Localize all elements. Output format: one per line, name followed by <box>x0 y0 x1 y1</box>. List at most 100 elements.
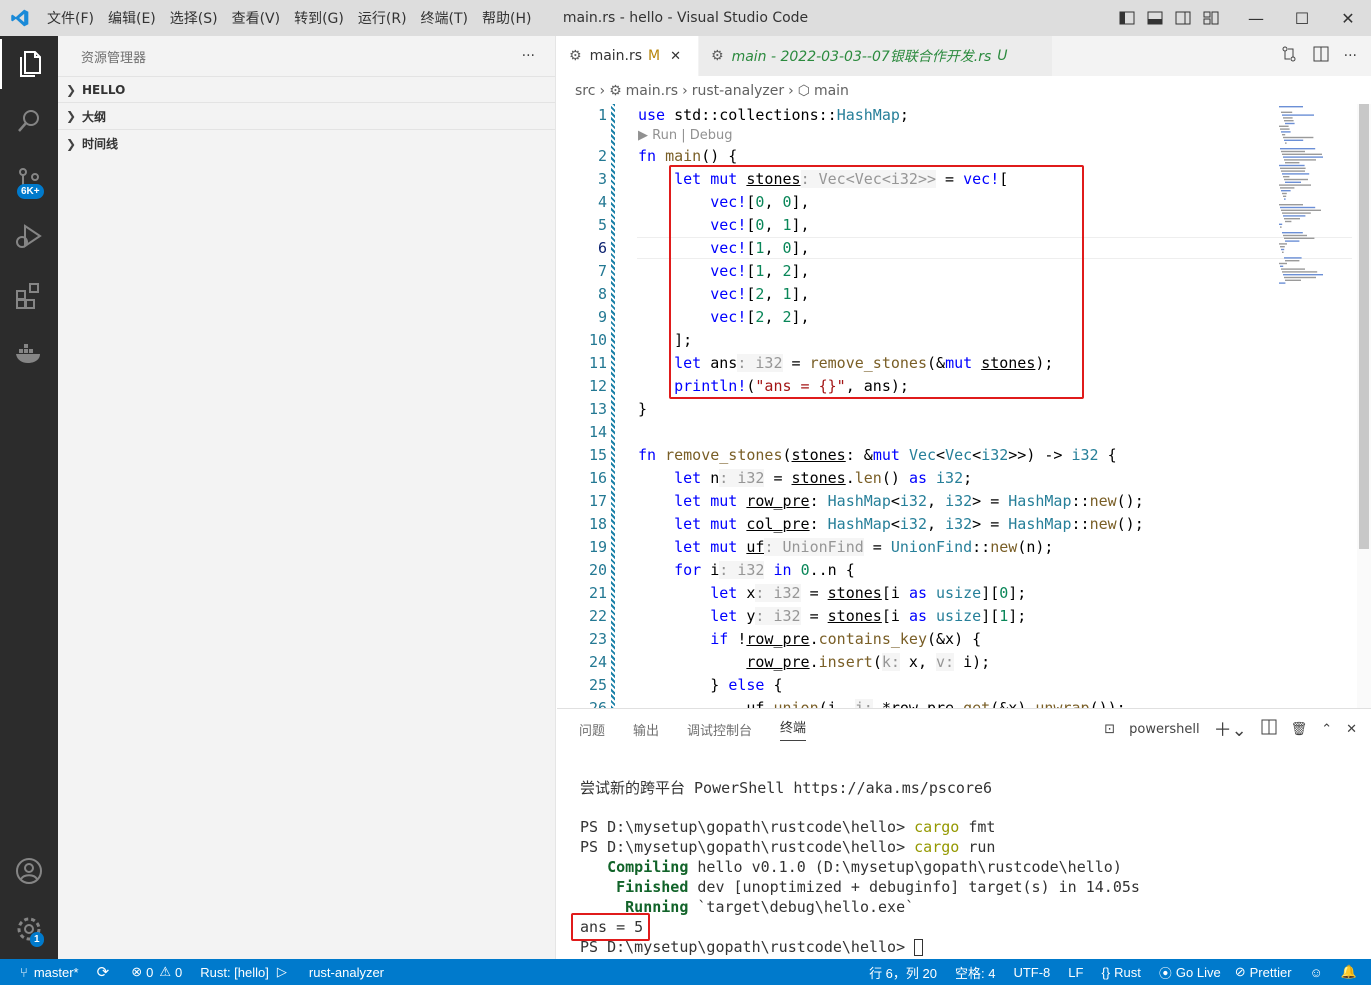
search-icon[interactable] <box>0 96 58 146</box>
line-number: 9 <box>597 308 607 326</box>
menu-selection[interactable]: 选择(S) <box>163 8 225 28</box>
menu-go[interactable]: 转到(G) <box>287 8 351 28</box>
language-icon: {} <box>1101 964 1111 980</box>
explorer-icon[interactable] <box>0 39 58 89</box>
line-number: 16 <box>588 469 607 487</box>
line-number: 26 <box>588 699 607 708</box>
minimap-line <box>1281 131 1291 133</box>
line-number: 3 <box>597 170 607 188</box>
editor-more-icon[interactable]: ··· <box>1344 48 1357 64</box>
menu-run[interactable]: 运行(R) <box>351 8 414 28</box>
minimap[interactable] <box>1275 104 1355 289</box>
minimap-line <box>1285 162 1300 164</box>
chevron-right-icon: ❯ <box>66 109 77 123</box>
branch-icon: ⑂ <box>20 964 28 980</box>
go-live[interactable]: Go Live <box>1176 965 1221 980</box>
activity-bar: 6K+ 1 <box>0 36 58 959</box>
highlight-box-main <box>669 165 1084 399</box>
breadcrumb-analyzer[interactable]: rust-analyzer <box>692 83 784 99</box>
menu-view[interactable]: 查看(V) <box>225 8 288 28</box>
language-mode[interactable]: Rust <box>1114 965 1141 980</box>
maximize-icon[interactable]: ☐ <box>1279 0 1325 36</box>
section-outline[interactable]: ❯ 大纲 <box>58 103 555 130</box>
split-editor-icon[interactable] <box>1312 45 1330 67</box>
notifications-bell-icon[interactable]: 🔔 <box>1341 964 1357 980</box>
breadcrumb-file[interactable]: main.rs <box>626 83 678 99</box>
tab-main-rs[interactable]: ⚙ main.rs M ✕ <box>557 36 699 76</box>
extensions-icon[interactable] <box>0 271 58 321</box>
minimap-line <box>1279 282 1286 284</box>
indentation[interactable]: 空格: 4 <box>955 963 995 982</box>
toggle-panel-icon[interactable] <box>1141 0 1169 36</box>
code-line: let mut row_pre: HashMap<i32, i32> = Has… <box>674 492 1144 510</box>
docker-icon[interactable] <box>0 329 58 379</box>
code-lens-run-debug[interactable]: ▶ Run | Debug <box>638 128 732 143</box>
terminal-icon: ⊡ <box>1104 721 1116 737</box>
tab-problems[interactable]: 问题 <box>579 720 605 739</box>
tab-main-2022[interactable]: ⚙ main - 2022-03-03--07银联合作开发.rs U <box>699 36 1053 76</box>
manage-gear-icon[interactable]: 1 <box>0 904 58 954</box>
minimap-line <box>1285 240 1300 242</box>
tab-debug-console[interactable]: 调试控制台 <box>687 720 752 739</box>
editor-scrollbar[interactable] <box>1357 104 1371 708</box>
minimap-line <box>1279 204 1303 206</box>
customize-layout-icon[interactable] <box>1197 0 1225 36</box>
line-number: 15 <box>588 446 607 464</box>
warning-count[interactable]: 0 <box>175 965 182 980</box>
section-hello[interactable]: ❯ HELLO <box>58 76 555 103</box>
line-number: 2 <box>597 147 607 165</box>
account-icon[interactable] <box>0 846 58 896</box>
sidebar-title: 资源管理器 <box>81 50 147 66</box>
menu-terminal[interactable]: 终端(T) <box>414 8 475 28</box>
source-control-icon[interactable]: 6K+ <box>0 156 58 206</box>
section-timeline[interactable]: ❯ 时间线 <box>58 130 555 157</box>
close-panel-icon[interactable]: ✕ <box>1346 722 1357 737</box>
line-number: 8 <box>597 285 607 303</box>
encoding[interactable]: UTF-8 <box>1013 965 1050 980</box>
split-terminal-icon[interactable] <box>1261 719 1277 739</box>
line-number: 19 <box>588 538 607 556</box>
feedback-icon[interactable]: ☺ <box>1310 965 1323 980</box>
sync-icon[interactable]: ⟳ <box>97 963 110 981</box>
rust-file-icon: ⚙ <box>711 48 724 64</box>
breadcrumb-symbol[interactable]: main <box>814 83 849 99</box>
rust-target[interactable]: Rust: [hello] <box>200 965 269 980</box>
cursor-position[interactable]: 行 6，列 20 <box>869 963 937 982</box>
minimap-line <box>1281 248 1285 251</box>
minimap-line <box>1285 122 1295 125</box>
run-icon[interactable]: ▷ <box>277 964 287 980</box>
line-number: 13 <box>588 400 607 418</box>
menu-help[interactable]: 帮助(H) <box>475 8 538 28</box>
close-tab-icon[interactable]: ✕ <box>670 49 681 64</box>
menu-file[interactable]: 文件(F) <box>40 8 101 28</box>
new-terminal-icon[interactable]: ＋⌄ <box>1214 716 1247 742</box>
prettier[interactable]: Prettier <box>1250 965 1292 980</box>
minimap-line <box>1279 243 1287 245</box>
close-window-icon[interactable]: ✕ <box>1325 0 1371 36</box>
tab-terminal[interactable]: 终端 <box>780 717 807 741</box>
toggle-secondary-sidebar-icon[interactable] <box>1169 0 1197 36</box>
run-debug-icon[interactable] <box>0 211 58 261</box>
toggle-sidebar-icon[interactable] <box>1113 0 1141 36</box>
minimap-line <box>1284 139 1304 141</box>
breadcrumb-src[interactable]: src <box>575 83 595 99</box>
trash-icon[interactable]: 🗑 <box>1291 722 1308 737</box>
maximize-panel-icon[interactable]: ⌃ <box>1321 722 1332 737</box>
branch-name[interactable]: master* <box>34 965 79 980</box>
rust-analyzer-status[interactable]: rust-analyzer <box>309 965 384 980</box>
line-number: 21 <box>588 584 607 602</box>
eol[interactable]: LF <box>1068 965 1083 980</box>
tab-output[interactable]: 输出 <box>633 720 659 739</box>
line-number: 12 <box>588 377 607 395</box>
line-number: 18 <box>588 515 607 533</box>
minimap-line <box>1282 153 1322 155</box>
bottom-panel: 问题 输出 调试控制台 终端 ⊡ powershell ＋⌄ 🗑 ⌃ ✕ 尝试新… <box>557 708 1371 959</box>
more-actions-icon[interactable]: ··· <box>522 48 535 64</box>
shell-name[interactable]: powershell <box>1129 722 1199 737</box>
prettier-icon: ⊘ <box>1234 964 1246 979</box>
minimap-line <box>1284 120 1294 122</box>
error-count[interactable]: 0 <box>146 965 153 980</box>
open-changes-icon[interactable] <box>1280 45 1298 67</box>
menu-edit[interactable]: 编辑(E) <box>101 8 163 28</box>
minimize-icon[interactable]: — <box>1233 0 1279 36</box>
